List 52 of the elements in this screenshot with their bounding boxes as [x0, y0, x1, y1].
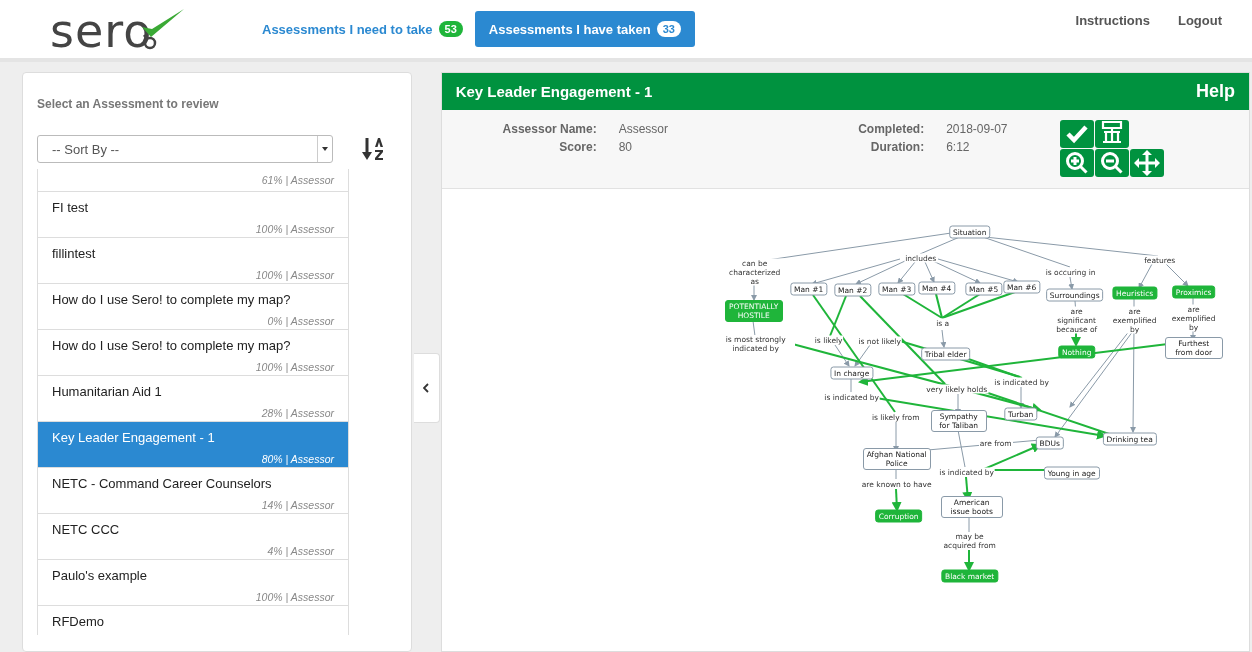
item-title: Humanitarian Aid 1 [52, 384, 163, 399]
sort-icon[interactable] [361, 137, 385, 161]
item-meta: 0% | Assessor [266, 315, 334, 327]
assessment-item[interactable]: Paulo's example 100% | Assessor [38, 560, 348, 606]
sort-dropdown[interactable]: -- Sort By -- [37, 135, 333, 163]
item-meta: 14% | Assessor [260, 499, 334, 511]
count-badge: 33 [656, 21, 681, 37]
field-label: Assessor Name: [501, 122, 597, 136]
field-value: 80 [618, 140, 634, 154]
assessment-item[interactable]: NETC - Command Career Counselors 14% | Assessor [38, 468, 348, 514]
assessment-title: Key Leader Engagement - 1 [455, 83, 653, 100]
item-title: FI test [52, 200, 90, 215]
header-link[interactable]: Logout [1177, 13, 1222, 28]
item-meta: 28% | Assessor [260, 407, 334, 419]
item-meta: 100% | Assessor [254, 591, 334, 603]
assessment-item[interactable]: How do I use Sero! to complete my map? 0% | Assessor [38, 284, 348, 330]
item-meta: 4% | Assessor [266, 545, 334, 557]
item-meta: 80% | Assessor [260, 453, 334, 465]
item-title: How do I use Sero! to complete my map? [52, 338, 292, 353]
chevron-left-icon [423, 383, 430, 393]
assessment-item[interactable]: How do I use Sero! to complete my map? 100% | Assessor [38, 330, 348, 376]
assessment-item[interactable]: 61% | Assessor [38, 169, 348, 192]
item-title: NETC CCC [52, 522, 121, 537]
item-title: NETC - Command Career Counselors [52, 476, 273, 491]
header-link[interactable]: Instructions [1075, 13, 1150, 28]
sidebar-title: Select an Assessment to review [37, 97, 220, 111]
count-badge: 53 [438, 21, 463, 37]
field-label: Score: [558, 140, 597, 154]
field-value: 6:12 [946, 140, 971, 154]
item-meta: 100% | Assessor [254, 223, 334, 235]
assessment-item[interactable]: fillintest 100% | Assessor [38, 238, 348, 284]
field-value: Assessor [618, 122, 670, 136]
field-label: Duration: [869, 140, 925, 154]
item-title: Paulo's example [52, 568, 148, 583]
item-title: fillintest [52, 246, 97, 261]
field-label: Completed: [857, 122, 925, 136]
item-meta: 61% | Assessor [260, 174, 334, 186]
help-link[interactable]: Help [1196, 81, 1235, 102]
nav-tab[interactable]: Assessments I have taken 33 [474, 11, 695, 47]
item-meta: 100% | Assessor [254, 269, 334, 281]
item-title: Key Leader Engagement - 1 [52, 430, 216, 445]
nav-tab[interactable]: Assessments I need to take 53 [254, 11, 471, 47]
assessment-item[interactable]: Key Leader Engagement - 1 80% | Assessor [38, 422, 348, 468]
item-meta: 100% | Assessor [254, 361, 334, 373]
item-title: How do I use Sero! to complete my map? [52, 292, 292, 307]
caret-icon [322, 147, 328, 151]
assessment-item[interactable]: RFDemo [38, 606, 348, 635]
field-value: 2018-09-07 [946, 122, 1009, 136]
item-title: RFDemo [52, 614, 105, 629]
assessment-item[interactable]: FI test 100% | Assessor [38, 192, 348, 238]
assessment-item[interactable]: NETC CCC 4% | Assessor [38, 514, 348, 560]
logo-text: sero [50, 11, 153, 51]
